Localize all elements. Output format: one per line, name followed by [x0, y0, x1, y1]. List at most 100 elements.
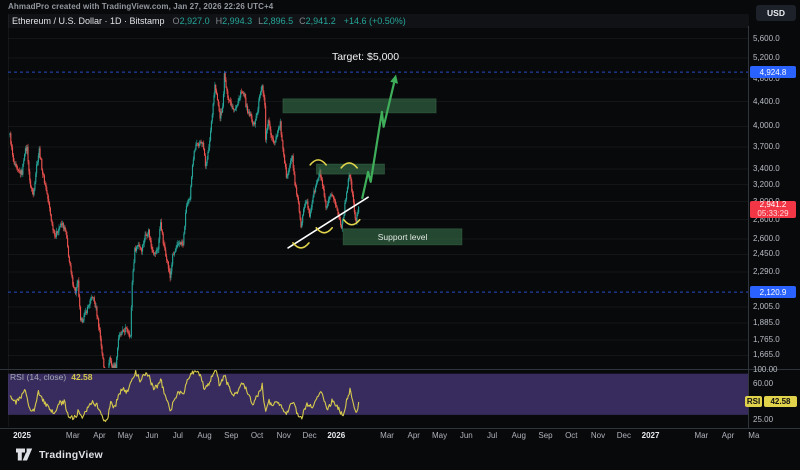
- candle: [104, 366, 105, 373]
- candle: [132, 280, 133, 311]
- candle: [78, 277, 79, 297]
- rsi-tick-label: 100.00: [753, 366, 777, 374]
- time-axis-month-label: Sep: [538, 431, 552, 441]
- tradingview-chart-screenshot: AhmadPro created with TradingView.com, J…: [0, 0, 800, 470]
- candle: [174, 252, 175, 257]
- candle: [195, 142, 196, 150]
- candle: [41, 158, 42, 170]
- candle: [325, 200, 326, 211]
- price-tick-label: 5,600.0: [753, 35, 780, 43]
- candle: [108, 368, 109, 374]
- ohlc-low-value: 2,896.5: [263, 16, 293, 26]
- candle: [22, 163, 23, 177]
- attribution-text: AhmadPro created with TradingView.com, J…: [8, 2, 273, 11]
- ohlc-open-label: O: [173, 16, 180, 26]
- price-tick-label: 1,765.0: [753, 336, 780, 344]
- rsi-value: 42.58: [71, 372, 92, 382]
- target-annotation-text[interactable]: Target: $5,000: [332, 51, 399, 63]
- change-value: +14.6 (+0.50%): [344, 16, 406, 26]
- candle: [56, 228, 57, 239]
- ohlc-close-value: 2,941.2: [306, 16, 336, 26]
- candle: [156, 247, 157, 254]
- candle: [129, 330, 130, 338]
- ohlc-open-value: 2,927.0: [180, 16, 210, 26]
- tradingview-logo[interactable]: TradingView: [15, 447, 103, 462]
- candle: [158, 237, 159, 253]
- time-axis-month-label: Jun: [460, 431, 473, 441]
- time-axis-month-label: May: [432, 431, 447, 441]
- candle: [194, 150, 195, 160]
- rsi-label: RSI (14, close): [10, 372, 66, 382]
- candle: [51, 214, 52, 222]
- candle: [182, 239, 183, 246]
- candle: [125, 324, 126, 335]
- candle: [313, 188, 314, 198]
- price-tick-label: 4,400.0: [753, 98, 780, 106]
- rsi-axis-badge: RSI: [745, 396, 762, 407]
- time-axis-month-label: Apr: [93, 431, 105, 441]
- time-axis-month-label: Aug: [197, 431, 211, 441]
- candle: [249, 109, 250, 117]
- rsi-indicator-legend[interactable]: RSI (14, close) 42.58: [10, 372, 93, 382]
- candle: [24, 153, 25, 161]
- price-level-tag-upper: 4,924.8: [750, 66, 796, 78]
- resistance-upper-zone[interactable]: [283, 99, 436, 113]
- time-axis-month-label: Apr: [722, 431, 734, 441]
- candle: [164, 242, 165, 251]
- bar-countdown: 05:33:29: [757, 209, 788, 218]
- price-level-tag-lower: 2,120.9: [750, 286, 796, 298]
- price-tick-label: 5,200.0: [753, 54, 780, 62]
- candle: [284, 154, 285, 164]
- candle: [183, 232, 184, 246]
- currency-toggle-button[interactable]: USD: [756, 5, 796, 21]
- price-tick-label: 2,005.0: [753, 303, 780, 311]
- candle: [205, 153, 206, 168]
- time-axis-month-label: Apr: [408, 431, 420, 441]
- time-axis-year-label: 2027: [642, 431, 660, 441]
- price-tick-label: 1,665.0: [753, 351, 780, 359]
- time-axis-year-label: 2025: [13, 431, 31, 441]
- candle: [116, 356, 117, 371]
- time-axis-month-label: Jun: [146, 431, 159, 441]
- time-axis-month-label: May: [118, 431, 133, 441]
- time-axis-month-label: Oct: [565, 431, 577, 441]
- support-level-label[interactable]: Support level: [343, 229, 462, 245]
- candle: [232, 104, 233, 109]
- price-tick-label: 4,000.0: [753, 122, 780, 130]
- price-tick-label: 2,290.0: [753, 268, 780, 276]
- candle: [10, 131, 11, 145]
- candle: [142, 244, 143, 255]
- rsi-tick-label: 25.00: [753, 416, 773, 424]
- candle: [247, 103, 248, 114]
- candle: [44, 174, 45, 185]
- candle: [131, 305, 132, 338]
- rsi-tick-label: 60.00: [753, 380, 773, 388]
- time-axis-month-label: Oct: [251, 431, 263, 441]
- candle: [54, 230, 55, 239]
- time-axis-month-label: Mar: [380, 431, 394, 441]
- time-axis-month-label: Jul: [173, 431, 183, 441]
- time-axis-month-label: Nov: [277, 431, 291, 441]
- candle: [60, 222, 61, 227]
- candle: [240, 90, 241, 100]
- price-tick-label: 3,700.0: [753, 143, 780, 151]
- candle: [220, 108, 221, 121]
- candle: [191, 176, 192, 187]
- candle: [145, 231, 146, 235]
- candle: [331, 192, 332, 198]
- symbol-legend[interactable]: Ethereum / U.S. Dollar · 1D · Bitstamp O…: [8, 14, 749, 28]
- candle: [184, 225, 185, 234]
- time-axis-month-label: Dec: [302, 431, 316, 441]
- candle: [66, 231, 67, 239]
- price-tick-label: 3,200.0: [753, 181, 780, 189]
- ohlc-high-value: 2,994.3: [222, 16, 252, 26]
- symbol-title[interactable]: Ethereum / U.S. Dollar · 1D · Bitstamp: [12, 16, 165, 26]
- candle: [121, 331, 122, 335]
- time-axis-month-label: Mar: [694, 431, 708, 441]
- price-tick-label: 1,885.0: [753, 319, 780, 327]
- candle: [139, 244, 140, 250]
- rsi-axis-value-tag: 42.58: [764, 396, 797, 407]
- price-tick-label: 3,400.0: [753, 165, 780, 173]
- time-axis-month-label: Aug: [512, 431, 526, 441]
- tradingview-logo-text: TradingView: [39, 449, 103, 461]
